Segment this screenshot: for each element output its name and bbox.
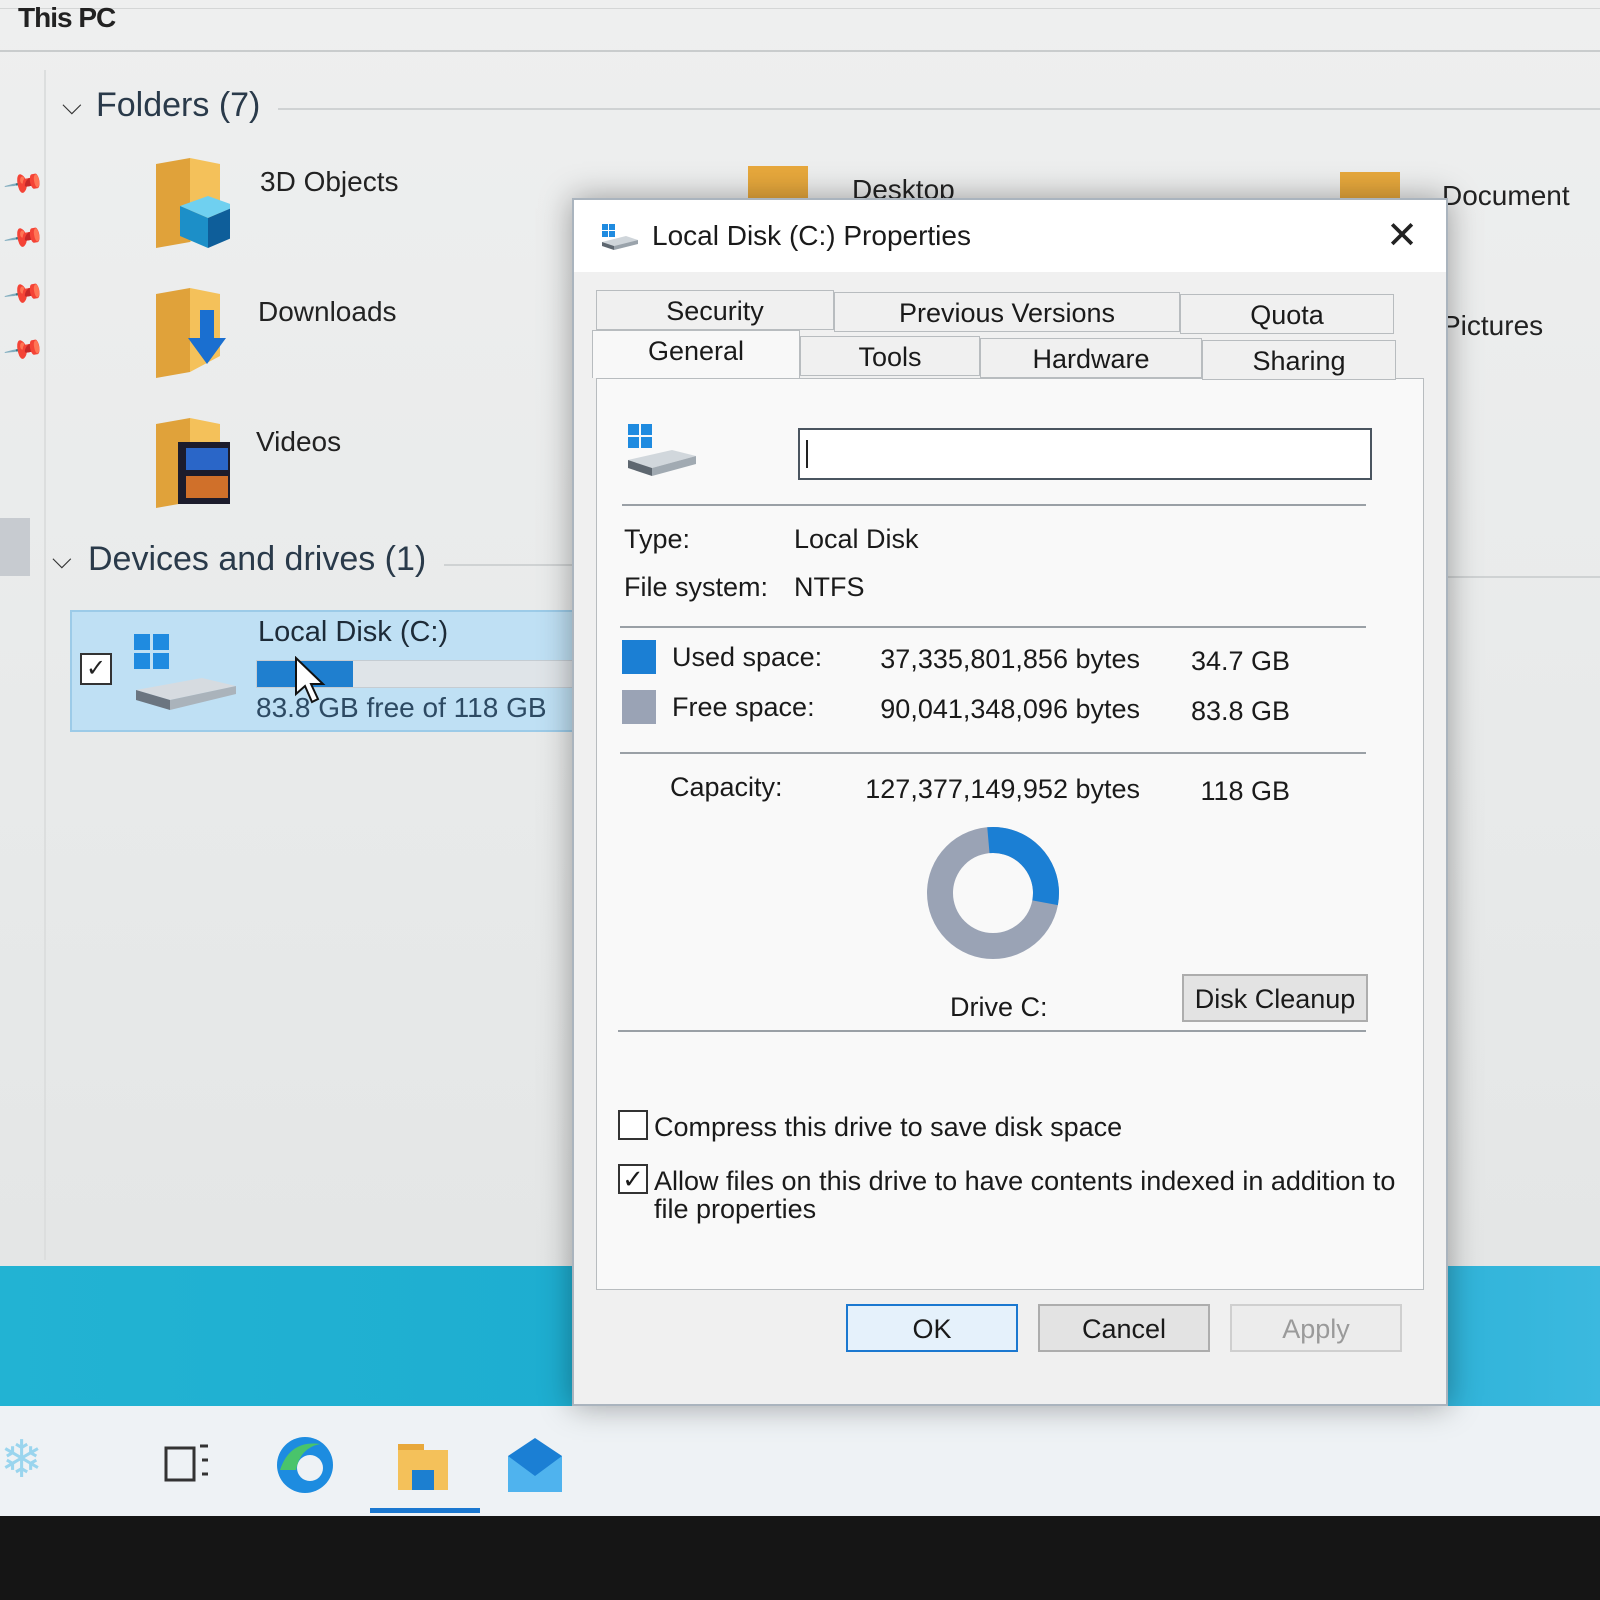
free-space-label: Free space: xyxy=(672,692,815,722)
folder-label[interactable]: Document xyxy=(1442,180,1570,212)
index-contents-checkbox[interactable]: ✓ xyxy=(618,1164,648,1194)
used-space-gb: 34.7 GB xyxy=(1190,646,1290,676)
drive-label: Drive C: xyxy=(950,992,1048,1022)
drive-icon xyxy=(628,424,696,476)
navigation-pane-divider xyxy=(44,70,46,1260)
edge-icon[interactable] xyxy=(270,1430,340,1500)
folder-label[interactable]: 3D Objects xyxy=(260,166,399,198)
pin-icon: 📌 xyxy=(2,327,47,371)
tab-hardware[interactable]: Hardware xyxy=(980,338,1202,378)
tab-previous-versions[interactable]: Previous Versions xyxy=(834,292,1180,332)
compress-checkbox[interactable] xyxy=(618,1110,648,1140)
tab-tools[interactable]: Tools xyxy=(800,336,980,376)
nav-pane-selection[interactable] xyxy=(0,518,30,576)
task-view-icon[interactable] xyxy=(150,1430,220,1500)
drive-select-checkbox[interactable]: ✓ xyxy=(80,653,112,685)
capacity-bytes: 127,377,149,952 bytes xyxy=(865,774,1140,804)
folder-item-downloads[interactable] xyxy=(150,286,230,383)
breadcrumb[interactable]: This PC xyxy=(18,2,116,34)
group-divider xyxy=(278,108,1600,110)
taskbar xyxy=(0,1406,1600,1516)
videos-folder-icon xyxy=(156,418,236,508)
drive-icon xyxy=(602,224,638,250)
tab-security[interactable]: Security xyxy=(596,290,834,330)
pin-icon: 📌 xyxy=(2,271,47,315)
monitor-bezel xyxy=(0,1516,1600,1600)
folder-label[interactable]: Downloads xyxy=(258,296,397,328)
dialog-title: Local Disk (C:) Properties xyxy=(652,220,971,251)
free-space-gb: 83.8 GB xyxy=(1190,696,1290,726)
active-app-indicator xyxy=(370,1508,480,1513)
chevron-down-icon[interactable]: ⌵ xyxy=(62,90,82,122)
mail-icon[interactable] xyxy=(500,1430,570,1500)
capacity-gb: 118 GB xyxy=(1200,776,1290,806)
text-caret xyxy=(806,440,808,468)
ok-button[interactable]: OK xyxy=(846,1304,1018,1352)
address-bar-top-border xyxy=(0,8,1600,9)
windows-drive-icon xyxy=(134,634,236,710)
file-system-value: NTFS xyxy=(794,572,865,602)
file-system-label: File system: xyxy=(624,572,769,602)
used-space-bytes: 37,335,801,856 bytes xyxy=(880,644,1140,674)
close-button[interactable]: ✕ xyxy=(1374,210,1430,262)
folders-group-title[interactable]: Folders (7) xyxy=(96,86,260,125)
type-value: Local Disk xyxy=(794,524,919,554)
group-divider xyxy=(444,564,584,566)
tab-general[interactable]: General xyxy=(592,330,800,378)
free-space-bytes: 90,041,348,096 bytes xyxy=(880,694,1140,724)
pin-icon: 📌 xyxy=(2,161,47,205)
downloads-folder-icon xyxy=(156,288,226,378)
capacity-label: Capacity: xyxy=(670,772,783,802)
address-bar-divider xyxy=(0,50,1600,52)
folder-item-videos[interactable] xyxy=(150,416,236,513)
weather-widget-icon[interactable]: ❄ xyxy=(0,1430,44,1490)
folder-label[interactable]: Videos xyxy=(256,426,341,458)
disk-usage-donut-chart xyxy=(927,827,1059,959)
index-contents-label-line2[interactable]: file properties xyxy=(654,1194,816,1225)
folder-item-3d-objects[interactable] xyxy=(150,156,236,253)
tab-quota[interactable]: Quota xyxy=(1180,294,1394,334)
devices-group-title[interactable]: Devices and drives (1) xyxy=(88,540,426,579)
drive-name[interactable]: Local Disk (C:) xyxy=(258,616,448,649)
tab-sharing[interactable]: Sharing xyxy=(1202,340,1396,380)
volume-label-input[interactable] xyxy=(798,428,1372,480)
disk-cleanup-button[interactable]: Disk Cleanup xyxy=(1182,974,1368,1022)
separator xyxy=(620,626,1366,628)
separator xyxy=(620,752,1366,754)
compress-label[interactable]: Compress this drive to save disk space xyxy=(654,1112,1122,1143)
mouse-cursor-icon xyxy=(295,656,326,704)
separator xyxy=(622,504,1366,506)
free-space-swatch xyxy=(622,690,656,724)
file-explorer-icon[interactable] xyxy=(388,1430,458,1500)
index-contents-label[interactable]: Allow files on this drive to have conten… xyxy=(654,1166,1395,1197)
properties-dialog: Local Disk (C:) Properties ✕ Security Pr… xyxy=(572,198,1448,1406)
used-space-swatch xyxy=(622,640,656,674)
separator xyxy=(618,1030,1366,1032)
used-space-label: Used space: xyxy=(672,642,823,672)
apply-button[interactable]: Apply xyxy=(1230,1304,1402,1352)
folder-label[interactable]: Pictures xyxy=(1442,310,1543,342)
cancel-button[interactable]: Cancel xyxy=(1038,1304,1210,1352)
type-label: Type: xyxy=(624,524,691,554)
chevron-down-icon[interactable]: ⌵ xyxy=(52,544,72,576)
3d-objects-folder-icon xyxy=(156,158,236,248)
pin-icon: 📌 xyxy=(2,215,47,259)
